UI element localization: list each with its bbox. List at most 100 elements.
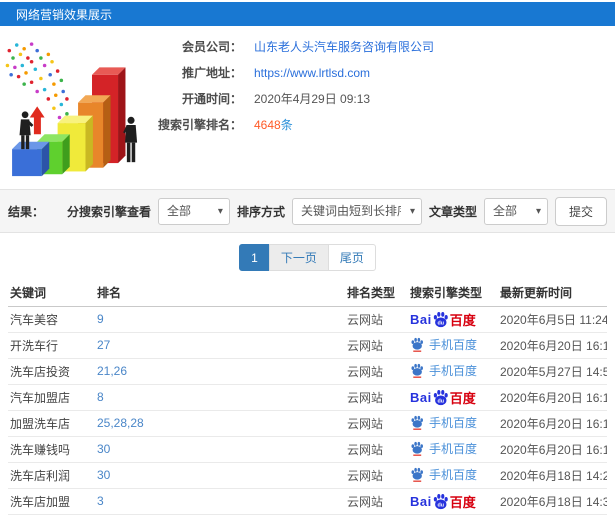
rank-type-cell: 云网站: [345, 358, 408, 385]
rank-count: 4648: [254, 118, 281, 132]
table-header-row: 关键词 排名 排名类型 搜索引擎类型 最新更新时间: [8, 280, 607, 307]
updated-time-cell: 2020年6月5日 11:24: [498, 306, 607, 333]
engine-filter-label: 分搜索引擎查看: [66, 204, 151, 219]
updated-time-cell: 2020年6月20日 16:12: [498, 384, 607, 411]
table-row: 洗车店加盟 3 云网站 Bai du 百度 2020年6月18日 14:30: [8, 488, 607, 515]
keyword-cell: 汽车加盟店: [8, 384, 95, 411]
rank-link[interactable]: 9: [97, 312, 104, 326]
open-time-row: 开通时间： 2020年4月29日 09:13: [158, 92, 615, 107]
promotion-url-row: 推广地址： https://www.lrtlsd.com: [158, 66, 615, 81]
table-row: 汽车美容 9 云网站 Bai du 百度 2020年6月5日 11:24: [8, 306, 607, 333]
table-row: 开洗车行 27 云网站 Bai du 百度: [8, 332, 607, 359]
result-label: 结果：: [8, 204, 45, 219]
updated-time-cell: 2020年6月20日 16:16: [498, 332, 607, 359]
company-label: 会员公司：: [181, 40, 242, 54]
updated-time-cell: 2020年6月20日 16:12: [498, 436, 607, 463]
updated-time-cell: 2020年5月27日 14:58: [498, 358, 607, 385]
keyword-cell: 汽车美容: [8, 306, 95, 333]
submit-button[interactable]: 提交: [554, 196, 607, 226]
rank-cell: 8: [95, 384, 345, 411]
mobile-baidu-paw-icon: [411, 467, 423, 482]
rank-link[interactable]: 25,28,28: [97, 416, 144, 430]
header-engine-type: 搜索引擎类型: [408, 280, 498, 307]
keyword-cell: 洗车店加盟: [8, 488, 95, 515]
keyword-cell: 加盟洗车店: [8, 410, 95, 437]
engine-filter-select[interactable]: 全部: [158, 198, 229, 224]
last-page-button[interactable]: 尾页: [327, 244, 376, 271]
baidu-logo-icon: Bai du 百度: [410, 493, 476, 510]
mobile-baidu-icon: 手机百度: [410, 362, 477, 379]
next-page-button[interactable]: 下一页: [268, 244, 329, 271]
promotion-url-link[interactable]: https://www.lrtlsd.com: [254, 66, 370, 81]
updated-time-cell: 2020年6月18日 14:27: [498, 462, 607, 489]
open-time-value: 2020年4月29日 09:13: [254, 92, 371, 106]
promotion-url-label: 推广地址：: [181, 66, 242, 80]
mobile-baidu-paw-icon: [411, 363, 423, 378]
keyword-cell: 洗车店投资: [8, 358, 95, 385]
engine-rank-value: 4648条: [254, 118, 293, 133]
rank-type-cell: 云网站: [345, 436, 408, 463]
rank-type-cell: 云网站: [345, 488, 408, 515]
engine-type-cell: Bai du 百度: [408, 462, 498, 489]
rank-type-cell: 云网站: [345, 332, 408, 359]
header-rank: 排名: [95, 280, 345, 307]
table-row: 洗车赚钱吗 30 云网站 Bai du 百度: [8, 436, 607, 463]
article-type-select[interactable]: 全部: [484, 198, 547, 224]
rank-cell: 21,26: [95, 358, 345, 385]
engine-filter-select-wrap: 全部: [157, 197, 230, 225]
engine-rank-row: 搜索引擎排名： 4648条: [158, 118, 615, 133]
baidu-logo-icon: Bai du 百度: [410, 389, 476, 406]
sort-filter-select[interactable]: 关键词由短到长排序: [292, 198, 421, 224]
engine-rank-label: 搜索引擎排名：: [158, 118, 243, 132]
rank-cell: 30: [95, 436, 345, 463]
rank-cell: 30: [95, 462, 345, 489]
rank-cell: 25,28,28: [95, 410, 345, 437]
mobile-baidu-icon: 手机百度: [410, 466, 477, 483]
engine-type-cell: Bai du 百度: [408, 358, 498, 385]
header-keyword: 关键词: [8, 280, 95, 307]
rank-type-cell: 云网站: [345, 462, 408, 489]
rank-type-cell: 云网站: [345, 410, 408, 437]
rank-cell: 3: [95, 488, 345, 515]
baidu-paw-icon: du: [433, 311, 448, 327]
mobile-baidu-paw-icon: [411, 441, 423, 456]
rank-link[interactable]: 21,26: [97, 364, 127, 378]
rank-link[interactable]: 8: [97, 390, 104, 404]
mobile-baidu-icon: 手机百度: [410, 440, 477, 457]
window-title-bar: 网络营销效果展示: [0, 2, 615, 26]
mobile-baidu-paw-icon: [411, 337, 423, 352]
engine-type-cell: Bai du 百度: [408, 306, 498, 333]
engine-type-cell: Bai du 百度: [408, 384, 498, 411]
rank-cell: 27: [95, 332, 345, 359]
growth-chart-illustration: [0, 34, 158, 189]
member-info-list: 会员公司： 山东老人头汽车服务咨询有限公司 推广地址： https://www.…: [158, 34, 615, 189]
member-info-section: 会员公司： 山东老人头汽车服务咨询有限公司 推广地址： https://www.…: [0, 26, 615, 189]
keyword-cell: 洗车赚钱吗: [8, 436, 95, 463]
rank-link[interactable]: 27: [97, 338, 110, 352]
mobile-baidu-paw-icon: [411, 415, 423, 430]
filter-controls: 分搜索引擎查看 全部 排序方式 关键词由短到长排序 文章类型 全部 提交: [66, 196, 607, 226]
engine-type-cell: Bai du 百度: [408, 332, 498, 359]
open-time-label: 开通时间：: [181, 92, 242, 106]
rank-link[interactable]: 30: [97, 468, 110, 482]
baidu-logo-icon: Bai du 百度: [410, 311, 476, 328]
rank-link[interactable]: 3: [97, 494, 104, 508]
engine-type-cell: Bai du 百度: [408, 488, 498, 515]
article-type-label: 文章类型: [428, 204, 477, 219]
engine-type-cell: Bai du 百度: [408, 410, 498, 437]
rank-count-unit: 条: [280, 118, 293, 132]
baidu-paw-icon: du: [433, 493, 448, 509]
company-link[interactable]: 山东老人头汽车服务咨询有限公司: [254, 40, 434, 55]
page-1-button[interactable]: 1: [239, 244, 270, 271]
company-row: 会员公司： 山东老人头汽车服务咨询有限公司: [158, 40, 615, 55]
svg-text:du: du: [437, 502, 444, 508]
rank-cell: 9: [95, 306, 345, 333]
svg-text:du: du: [437, 320, 444, 326]
table-row: 洗车店投资 21,26 云网站 Bai du 百度: [8, 358, 607, 385]
page-title: 网络营销效果展示: [16, 7, 113, 22]
sort-filter-select-wrap: 关键词由短到长排序: [291, 197, 422, 225]
table-row: 汽车加盟店 8 云网站 Bai du 百度 2020年6月20日 16:12: [8, 384, 607, 411]
rank-type-cell: 云网站: [345, 384, 408, 411]
rank-link[interactable]: 30: [97, 442, 110, 456]
keyword-ranking-table: 关键词 排名 排名类型 搜索引擎类型 最新更新时间 汽车美容 9 云网站 Bai…: [8, 280, 607, 515]
